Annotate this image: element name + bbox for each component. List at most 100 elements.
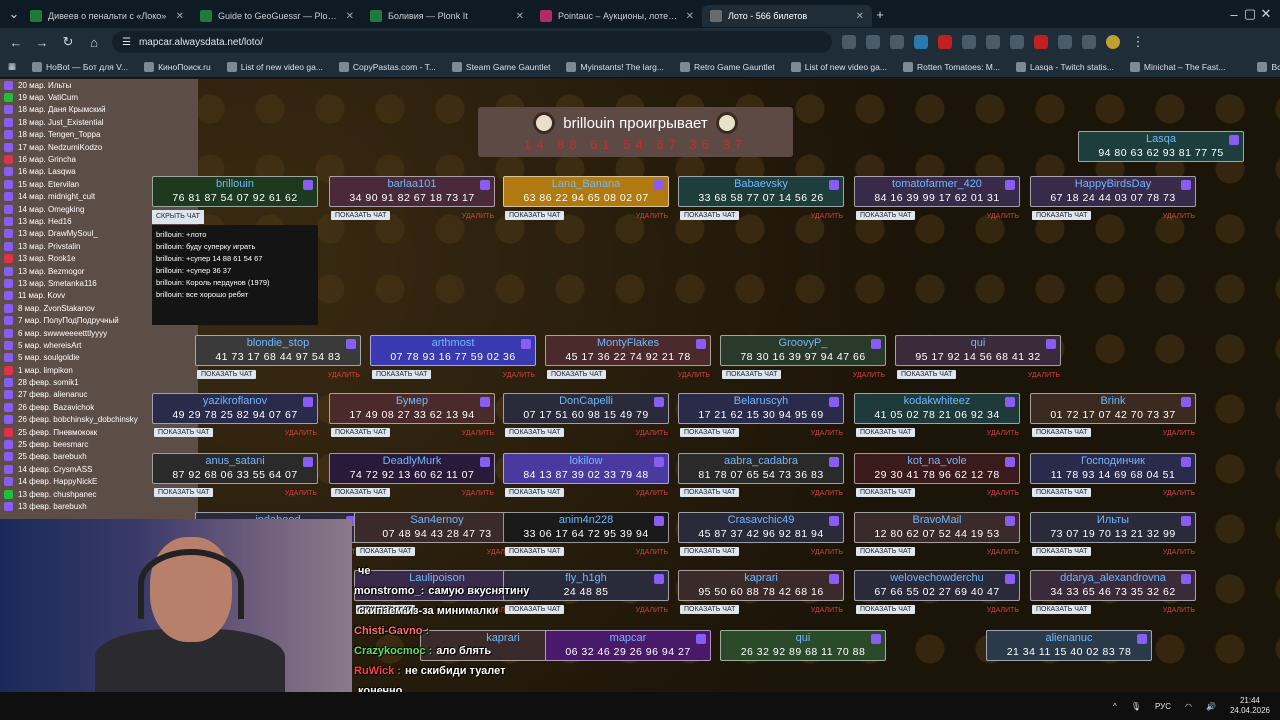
bookmark[interactable]: Retro Game Gauntlet [679, 61, 775, 72]
show-chat-button[interactable]: ПОКАЗАТЬ ЧАТ [856, 211, 916, 220]
apps-icon[interactable]: ▦ [8, 61, 16, 72]
zoom-icon[interactable] [866, 35, 880, 49]
close-window-icon[interactable]: ✕ [1258, 6, 1274, 22]
show-chat-button[interactable]: ПОКАЗАТЬ ЧАТ [856, 428, 916, 437]
show-chat-button[interactable]: ПОКАЗАТЬ ЧАТ [856, 605, 916, 614]
delete-button[interactable]: УДАЛИТЬ [987, 213, 1019, 220]
volume-icon[interactable]: 🔊 [1206, 702, 1216, 711]
delete-button[interactable]: УДАЛИТЬ [811, 607, 843, 614]
delete-button[interactable]: УДАЛИТЬ [285, 430, 317, 437]
show-chat-button[interactable]: ПОКАЗАТЬ ЧАТ [856, 488, 916, 497]
delete-button[interactable]: УДАЛИТЬ [811, 549, 843, 556]
bookmark[interactable]: List of new video ga... [790, 61, 887, 72]
bookmark[interactable]: Lasqa - Twitch statis... [1015, 61, 1114, 72]
delete-button[interactable]: УДАЛИТЬ [1163, 430, 1195, 437]
close-icon[interactable]: ✕ [686, 11, 694, 22]
clock[interactable]: 21:44 24.04.2026 [1230, 696, 1270, 716]
forward-icon[interactable]: → [34, 35, 50, 50]
bookmark[interactable]: КиноПоиск.ru [144, 61, 211, 72]
tab-1[interactable]: Guide to GeoGuessr — Plonk It ✕ [192, 5, 362, 27]
delete-button[interactable]: УДАЛИТЬ [503, 372, 535, 379]
show-chat-button[interactable]: ПОКАЗАТЬ ЧАТ [505, 211, 565, 220]
show-chat-button[interactable]: ПОКАЗАТЬ ЧАТ [680, 428, 740, 437]
show-chat-button[interactable]: ПОКАЗАТЬ ЧАТ [680, 605, 740, 614]
show-chat-button[interactable]: ПОКАЗАТЬ ЧАТ [680, 488, 740, 497]
delete-button[interactable]: УДАЛИТЬ [285, 490, 317, 497]
show-chat-button[interactable]: ПОКАЗАТЬ ЧАТ [154, 488, 214, 497]
bookmark[interactable]: Rotten Tomatoes: M... [902, 61, 1000, 72]
delete-button[interactable]: УДАЛИТЬ [811, 430, 843, 437]
show-chat-button[interactable]: ПОКАЗАТЬ ЧАТ [505, 428, 565, 437]
extension-icon[interactable] [914, 35, 928, 49]
bookmark[interactable]: Myinstants! The larg... [566, 61, 664, 72]
bookmark[interactable]: List of new video ga... [226, 61, 323, 72]
url-field[interactable]: ☰ mapcar.alwaysdata.net/loto/ [112, 31, 832, 53]
show-chat-button[interactable]: ПОКАЗАТЬ ЧАТ [897, 370, 957, 379]
delete-button[interactable]: УДАЛИТЬ [987, 490, 1019, 497]
tab-list-icon[interactable]: ⌄ [6, 6, 22, 22]
show-chat-button[interactable]: ПОКАЗАТЬ ЧАТ [1032, 605, 1092, 614]
home-icon[interactable]: ⌂ [86, 35, 102, 50]
delete-button[interactable]: УДАЛИТЬ [636, 490, 668, 497]
star-icon[interactable] [890, 35, 904, 49]
minimize-icon[interactable]: – [1226, 7, 1242, 22]
back-icon[interactable]: ← [8, 35, 24, 50]
show-chat-button[interactable]: ПОКАЗАТЬ ЧАТ [722, 370, 782, 379]
bookmark[interactable]: Minichat – The Fast... [1129, 61, 1225, 72]
language-indicator[interactable]: РУС [1155, 702, 1171, 711]
delete-button[interactable]: УДАЛИТЬ [811, 213, 843, 220]
tab-4[interactable]: Лото - 566 билетов ✕ [702, 5, 872, 27]
tab-3[interactable]: Pointauc – Аукционы, лотереи ✕ [532, 5, 702, 27]
bookmark[interactable]: Steam Game Gauntlet [451, 61, 550, 72]
extension-icon[interactable] [986, 35, 1000, 49]
delete-button[interactable]: УДАЛИТЬ [853, 372, 885, 379]
delete-button[interactable]: УДАЛИТЬ [987, 549, 1019, 556]
menu-icon[interactable]: ⋮ [1130, 34, 1146, 50]
chevron-up-icon[interactable]: ^ [1113, 702, 1117, 711]
show-chat-button[interactable]: ПОКАЗАТЬ ЧАТ [331, 211, 391, 220]
delete-button[interactable]: УДАЛИТЬ [987, 607, 1019, 614]
show-chat-button[interactable]: ПОКАЗАТЬ ЧАТ [1032, 488, 1092, 497]
delete-button[interactable]: УДАЛИТЬ [636, 607, 668, 614]
delete-button[interactable]: УДАЛИТЬ [636, 213, 668, 220]
bookmark[interactable]: HoBot — Бот для V... [32, 61, 128, 72]
tab-2[interactable]: Боливия — Plonk It ✕ [362, 5, 532, 27]
show-chat-button[interactable]: ПОКАЗАТЬ ЧАТ [680, 211, 740, 220]
close-icon[interactable]: ✕ [346, 11, 354, 22]
delete-button[interactable]: УДАЛИТЬ [1163, 490, 1195, 497]
tab-0[interactable]: Дивеев о пенальти с «Локо» ✕ [22, 5, 192, 27]
show-chat-button[interactable]: ПОКАЗАТЬ ЧАТ [505, 488, 565, 497]
site-info-icon[interactable]: ☰ [122, 37, 131, 48]
delete-button[interactable]: УДАЛИТЬ [462, 213, 494, 220]
show-chat-button[interactable]: ПОКАЗАТЬ ЧАТ [1032, 428, 1092, 437]
delete-button[interactable]: УДАЛИТЬ [987, 430, 1019, 437]
extension-icon[interactable] [962, 35, 976, 49]
delete-button[interactable]: УДАЛИТЬ [462, 430, 494, 437]
show-chat-button[interactable]: ПОКАЗАТЬ ЧАТ [197, 370, 257, 379]
show-chat-button[interactable]: ПОКАЗАТЬ ЧАТ [505, 547, 565, 556]
avatar[interactable] [1106, 35, 1120, 49]
microphone-icon[interactable]: 🎙 [1131, 702, 1141, 711]
delete-button[interactable]: УДАЛИТЬ [462, 490, 494, 497]
new-tab-icon[interactable]: + [872, 7, 888, 22]
extension-icon[interactable] [1010, 35, 1024, 49]
delete-button[interactable]: УДАЛИТЬ [328, 372, 360, 379]
reload-icon[interactable]: ↻ [60, 34, 76, 50]
delete-button[interactable]: УДАЛИТЬ [1163, 549, 1195, 556]
delete-button[interactable]: УДАЛИТЬ [636, 549, 668, 556]
delete-button[interactable]: УДАЛИТЬ [678, 372, 710, 379]
download-icon[interactable] [1082, 35, 1096, 49]
show-chat-button[interactable]: ПОКАЗАТЬ ЧАТ [372, 370, 432, 379]
show-chat-button[interactable]: ПОКАЗАТЬ ЧАТ [331, 428, 391, 437]
all-bookmarks[interactable]: Все закладки [1257, 61, 1280, 72]
delete-button[interactable]: УДАЛИТЬ [811, 490, 843, 497]
delete-button[interactable]: УДАЛИТЬ [1028, 372, 1060, 379]
extension-icon[interactable] [1034, 35, 1048, 49]
extension-icon[interactable] [1058, 35, 1072, 49]
show-chat-button[interactable]: ПОКАЗАТЬ ЧАТ [856, 547, 916, 556]
show-chat-button[interactable]: ПОКАЗАТЬ ЧАТ [1032, 211, 1092, 220]
show-chat-button[interactable]: ПОКАЗАТЬ ЧАТ [356, 547, 416, 556]
bookmark[interactable]: CopyPastas.com - T... [338, 61, 436, 72]
delete-button[interactable]: УДАЛИТЬ [1163, 607, 1195, 614]
show-chat-button[interactable]: ПОКАЗАТЬ ЧАТ [547, 370, 607, 379]
